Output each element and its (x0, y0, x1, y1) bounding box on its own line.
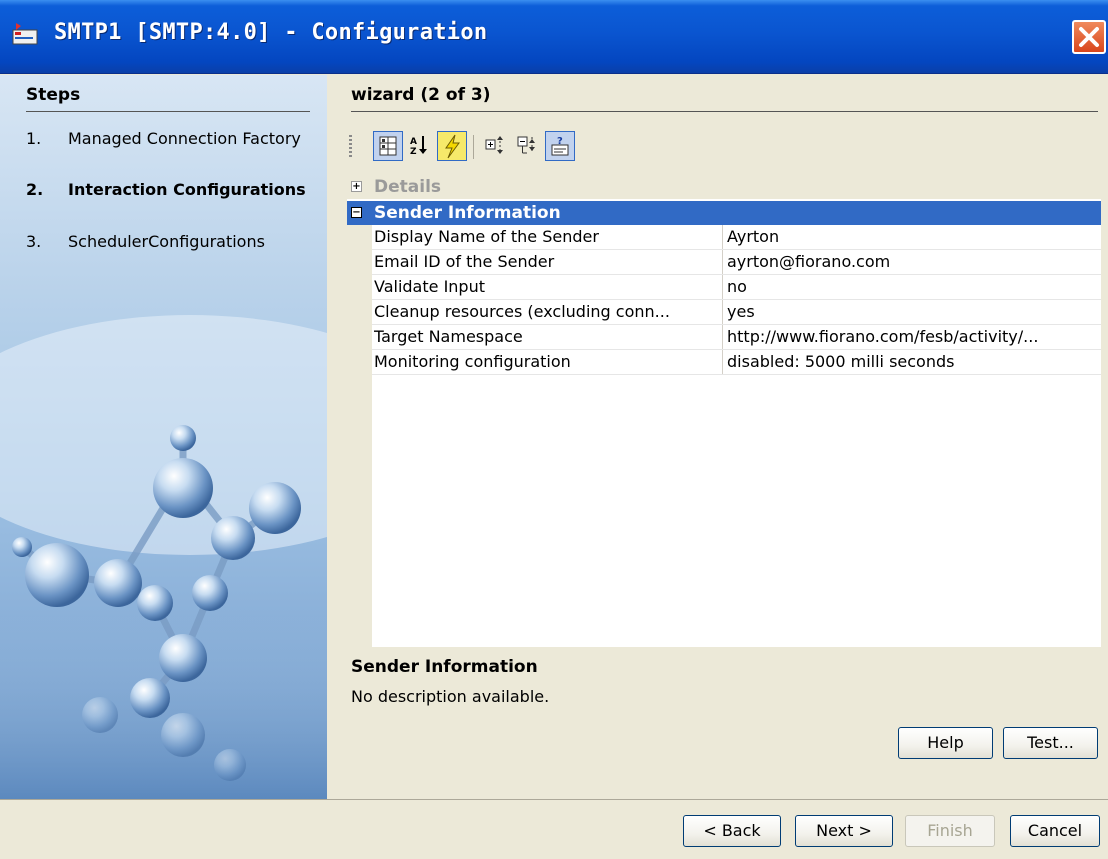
test-button[interactable]: Test... (1003, 727, 1098, 759)
app-icon (12, 22, 38, 46)
description-text: No description available. (351, 687, 550, 706)
events-button[interactable] (437, 131, 467, 161)
property-name: Monitoring configuration (374, 352, 571, 371)
lightning-icon (445, 134, 460, 159)
help-button[interactable]: Help (898, 727, 993, 759)
property-row[interactable]: Monitoring configuration disabled: 5000 … (372, 350, 1101, 375)
svg-text:A: A (410, 137, 417, 147)
property-name: Cleanup resources (excluding conn... (374, 302, 670, 321)
step-label: SchedulerConfigurations (68, 232, 265, 251)
back-button[interactable]: < Back (683, 815, 781, 847)
property-row[interactable]: Target Namespace http://www.fiorano.com/… (372, 325, 1101, 350)
category-label: Sender Information (374, 203, 561, 223)
property-value[interactable]: ayrton@fiorano.com (722, 250, 1101, 274)
collapse-all-icon (517, 136, 535, 154)
step-label: Managed Connection Factory (68, 129, 301, 148)
expand-all-icon (485, 136, 503, 154)
category-row-details[interactable]: + Details (347, 175, 1101, 199)
categorized-view-button[interactable] (373, 131, 403, 161)
show-description-button[interactable]: ? (545, 131, 575, 161)
category-row-sender-information[interactable]: − Sender Information (347, 201, 1101, 225)
property-row[interactable]: Cleanup resources (excluding conn... yes (372, 300, 1101, 325)
property-toolbar: A Z ? (349, 129, 749, 163)
property-value[interactable]: no (722, 275, 1101, 299)
collapse-all-button[interactable] (513, 131, 543, 161)
window-title: SMTP1 [SMTP:4.0] - Configuration (54, 20, 488, 45)
property-name: Target Namespace (374, 327, 523, 346)
close-icon (1079, 27, 1099, 47)
property-row[interactable]: Email ID of the Sender ayrton@fiorano.co… (372, 250, 1101, 275)
step-number: 1. (26, 129, 42, 148)
sort-alphabetical-icon: A Z (410, 136, 427, 157)
categorized-view-icon (379, 136, 397, 156)
property-name: Email ID of the Sender (374, 252, 555, 271)
property-row[interactable]: Validate Input no (372, 275, 1101, 300)
collapse-toggle-icon[interactable]: − (351, 207, 362, 218)
wizard-content: wizard (2 of 3) A Z ? + Details − Sender… (327, 75, 1108, 799)
property-value[interactable]: yes (722, 300, 1101, 324)
expand-all-button[interactable] (481, 131, 511, 161)
property-value[interactable]: http://www.fiorano.com/fesb/activity/... (722, 325, 1101, 349)
wizard-title: wizard (2 of 3) (351, 85, 1098, 112)
property-sheet: + Details − Sender Information Display N… (347, 175, 1101, 647)
sort-alphabetical-button[interactable]: A Z (405, 131, 435, 161)
expand-toggle-icon[interactable]: + (351, 181, 362, 192)
next-button[interactable]: Next > (795, 815, 893, 847)
property-value[interactable]: disabled: 5000 milli seconds (722, 350, 1101, 374)
property-name: Validate Input (374, 277, 485, 296)
show-description-icon: ? (551, 136, 569, 156)
title-bar[interactable]: SMTP1 [SMTP:4.0] - Configuration (0, 0, 1108, 74)
steps-panel: Steps 1. Managed Connection Factory 2. I… (0, 75, 327, 799)
step-label: Interaction Configurations (68, 180, 306, 199)
category-label: Details (374, 177, 442, 197)
step-number: 2. (26, 180, 44, 199)
cancel-button[interactable]: Cancel (1010, 815, 1100, 847)
svg-text:Z: Z (410, 147, 417, 157)
description-title: Sender Information (351, 657, 538, 677)
svg-text:?: ? (557, 136, 563, 147)
toolbar-separator (473, 135, 474, 159)
property-name: Display Name of the Sender (374, 227, 599, 246)
property-row[interactable]: Display Name of the Sender Ayrton (372, 225, 1101, 250)
close-button[interactable] (1072, 20, 1106, 54)
finish-button[interactable]: Finish (905, 815, 995, 847)
toolbar-grip[interactable] (349, 135, 352, 159)
property-gutter (347, 225, 372, 647)
steps-title: Steps (26, 85, 310, 112)
wizard-footer: < Back Next > Finish Cancel (0, 799, 1108, 859)
property-value[interactable]: Ayrton (722, 225, 1101, 249)
step-number: 3. (26, 232, 42, 251)
